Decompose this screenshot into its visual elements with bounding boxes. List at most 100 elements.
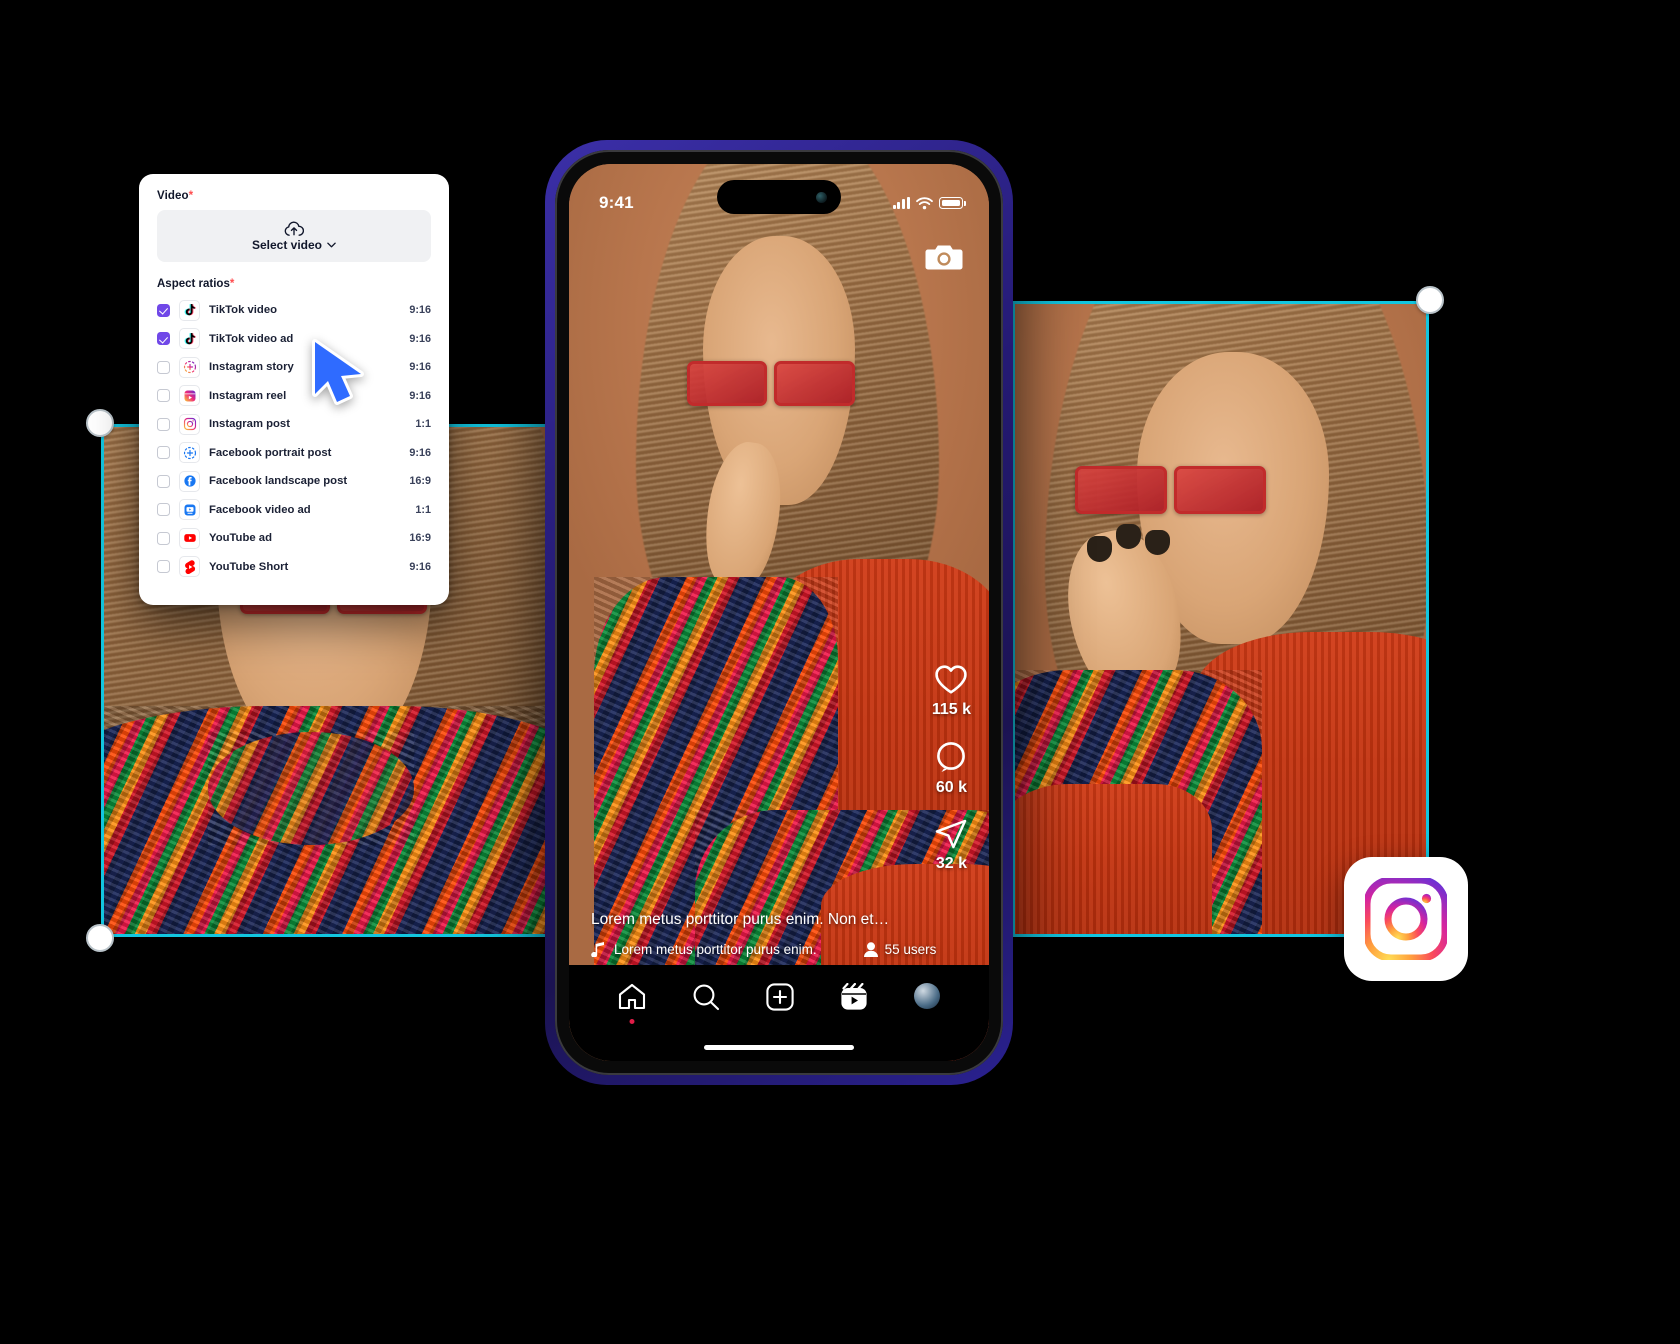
instagram-badge[interactable] — [1344, 857, 1468, 981]
share-count: 32 k — [935, 855, 967, 872]
resize-handle-top-right[interactable] — [1416, 286, 1444, 314]
mouse-pointer-icon — [308, 338, 374, 415]
youtube-shorts-icon — [179, 556, 200, 578]
youtube-icon — [179, 527, 200, 549]
aspect-ratio-value: 9:16 — [409, 560, 431, 573]
aspect-ratio-checkbox[interactable] — [157, 474, 170, 488]
share-icon — [936, 819, 967, 849]
like-button[interactable]: 115 k — [932, 664, 971, 719]
music-note-icon — [591, 942, 604, 957]
status-time: 9:41 — [599, 193, 634, 212]
comment-button[interactable]: 60 k — [935, 741, 967, 797]
comment-count: 60 k — [935, 779, 967, 796]
engagement-rail: 115 k 60 k 32 k — [932, 664, 971, 873]
aspect-ratio-checkbox[interactable] — [157, 446, 170, 460]
aspect-ratio-value: 16:9 — [409, 532, 431, 545]
video-field-label: Video* — [157, 190, 194, 202]
resize-handle-top-left[interactable] — [86, 409, 114, 437]
chevron-down-icon — [327, 242, 336, 247]
required-asterisk: * — [188, 190, 194, 202]
aspect-ratio-checkbox[interactable] — [157, 417, 170, 431]
aspect-ratio-checkbox[interactable] — [157, 303, 170, 317]
facebook-video-icon — [179, 499, 200, 521]
home-notification-dot — [629, 1019, 635, 1024]
battery-icon — [939, 197, 966, 209]
aspect-ratio-row[interactable]: Facebook landscape post 16:9 — [157, 467, 431, 496]
aspect-ratio-checkbox[interactable] — [157, 503, 170, 517]
tab-home[interactable] — [618, 983, 646, 1024]
tab-search[interactable] — [692, 983, 720, 1016]
caption-users: 55 users — [884, 942, 937, 957]
aspect-ratios-label: Aspect ratios* — [157, 278, 235, 290]
caption-music: Lorem metus porttitor purus enim. — [614, 942, 817, 957]
tiktok-icon — [179, 328, 200, 350]
phone-mockup: 9:41 115 k 60 k 32 k Lorem metus porttit… — [539, 134, 1019, 1091]
aspect-ratio-value: 9:16 — [409, 304, 431, 317]
aspect-ratio-panel: Video* Select video Aspect ratios* TikTo… — [139, 174, 449, 605]
front-camera-icon — [816, 191, 827, 203]
aspect-ratio-row[interactable]: YouTube Short 9:16 — [157, 553, 431, 582]
home-icon — [618, 983, 646, 1010]
aspect-ratio-row[interactable]: Facebook video ad 1:1 — [157, 496, 431, 525]
dynamic-island — [717, 180, 841, 214]
aspect-ratio-row[interactable]: TikTok video 9:16 — [157, 296, 431, 325]
facebook-icon — [179, 470, 200, 492]
aspect-ratio-name: YouTube ad — [209, 532, 272, 545]
search-icon — [693, 984, 720, 1011]
aspect-ratio-checkbox[interactable] — [157, 531, 170, 545]
heart-icon — [935, 665, 968, 694]
cellular-bars-icon — [892, 197, 910, 209]
aspect-ratio-value: 1:1 — [415, 418, 431, 431]
aspect-ratio-row[interactable]: TikTok video ad 9:16 — [157, 325, 431, 354]
phone-screen: 9:41 115 k 60 k 32 k Lorem metus porttit… — [569, 164, 989, 1061]
aspect-ratio-value: 1:1 — [415, 503, 431, 516]
tab-profile[interactable] — [914, 983, 940, 1009]
aspect-ratio-row[interactable]: Facebook portrait post 9:16 — [157, 439, 431, 468]
aspect-ratio-name: Facebook portrait post — [209, 446, 332, 459]
aspect-ratio-row[interactable]: Instagram story 9:16 — [157, 353, 431, 382]
aspect-ratio-value: 9:16 — [409, 361, 431, 374]
facebook-story-icon — [179, 442, 200, 464]
aspect-ratio-row[interactable]: Instagram reel 9:16 — [157, 382, 431, 411]
aspect-ratio-name: Instagram post — [209, 418, 290, 431]
aspect-ratio-row[interactable]: YouTube ad 16:9 — [157, 524, 431, 553]
select-video-dropzone[interactable]: Select video — [157, 210, 431, 262]
right-image-canvas[interactable] — [1012, 286, 1444, 937]
like-count: 115 k — [931, 701, 971, 718]
aspect-ratio-name: YouTube Short — [209, 560, 289, 573]
reels-icon — [841, 982, 867, 1010]
aspect-ratio-checkbox[interactable] — [157, 389, 170, 403]
instagram-icon — [179, 413, 200, 435]
tab-reels[interactable] — [840, 982, 868, 1016]
tab-create[interactable] — [766, 983, 794, 1016]
avatar-icon — [914, 983, 940, 1009]
share-button[interactable]: 32 k — [935, 819, 967, 873]
wifi-icon — [916, 196, 933, 209]
aspect-ratio-checkbox[interactable] — [157, 360, 170, 374]
phone-body: 9:41 115 k 60 k 32 k Lorem metus porttit… — [555, 150, 1003, 1075]
comment-icon — [937, 742, 966, 772]
aspect-ratio-checkbox[interactable] — [157, 560, 170, 574]
aspect-ratio-name: Facebook video ad — [209, 503, 311, 516]
right-selection-frame[interactable] — [1012, 301, 1429, 937]
caption-block: Lorem metus porttitor purus enim. Non et… — [569, 911, 989, 957]
person-icon — [863, 942, 878, 957]
select-video-label: Select video — [251, 237, 323, 252]
aspect-ratio-name: TikTok video — [209, 304, 278, 317]
aspect-ratio-row[interactable]: Instagram post 1:1 — [157, 410, 431, 439]
resize-handle-bottom-left[interactable] — [86, 924, 114, 952]
required-asterisk: * — [229, 278, 235, 290]
instagram-logo-icon — [1365, 878, 1447, 960]
cloud-upload-icon — [284, 220, 304, 236]
aspect-ratio-value: 9:16 — [409, 332, 431, 345]
aspect-ratio-value: 16:9 — [409, 475, 431, 488]
caption-text: Lorem metus porttitor purus enim. Non et… — [591, 911, 890, 928]
aspect-ratio-list: TikTok video 9:16 TikTok video ad 9:16 Insta… — [157, 296, 431, 581]
aspect-ratio-checkbox[interactable] — [157, 332, 170, 346]
instagram-story-icon — [179, 356, 200, 378]
scene: 9:41 115 k 60 k 32 k Lorem metus porttit… — [0, 0, 1680, 1344]
plus-square-icon — [766, 983, 794, 1011]
aspect-ratio-name: Facebook landscape post — [209, 475, 348, 488]
sunglasses-lens-left — [686, 361, 768, 407]
camera-icon[interactable] — [925, 240, 963, 277]
